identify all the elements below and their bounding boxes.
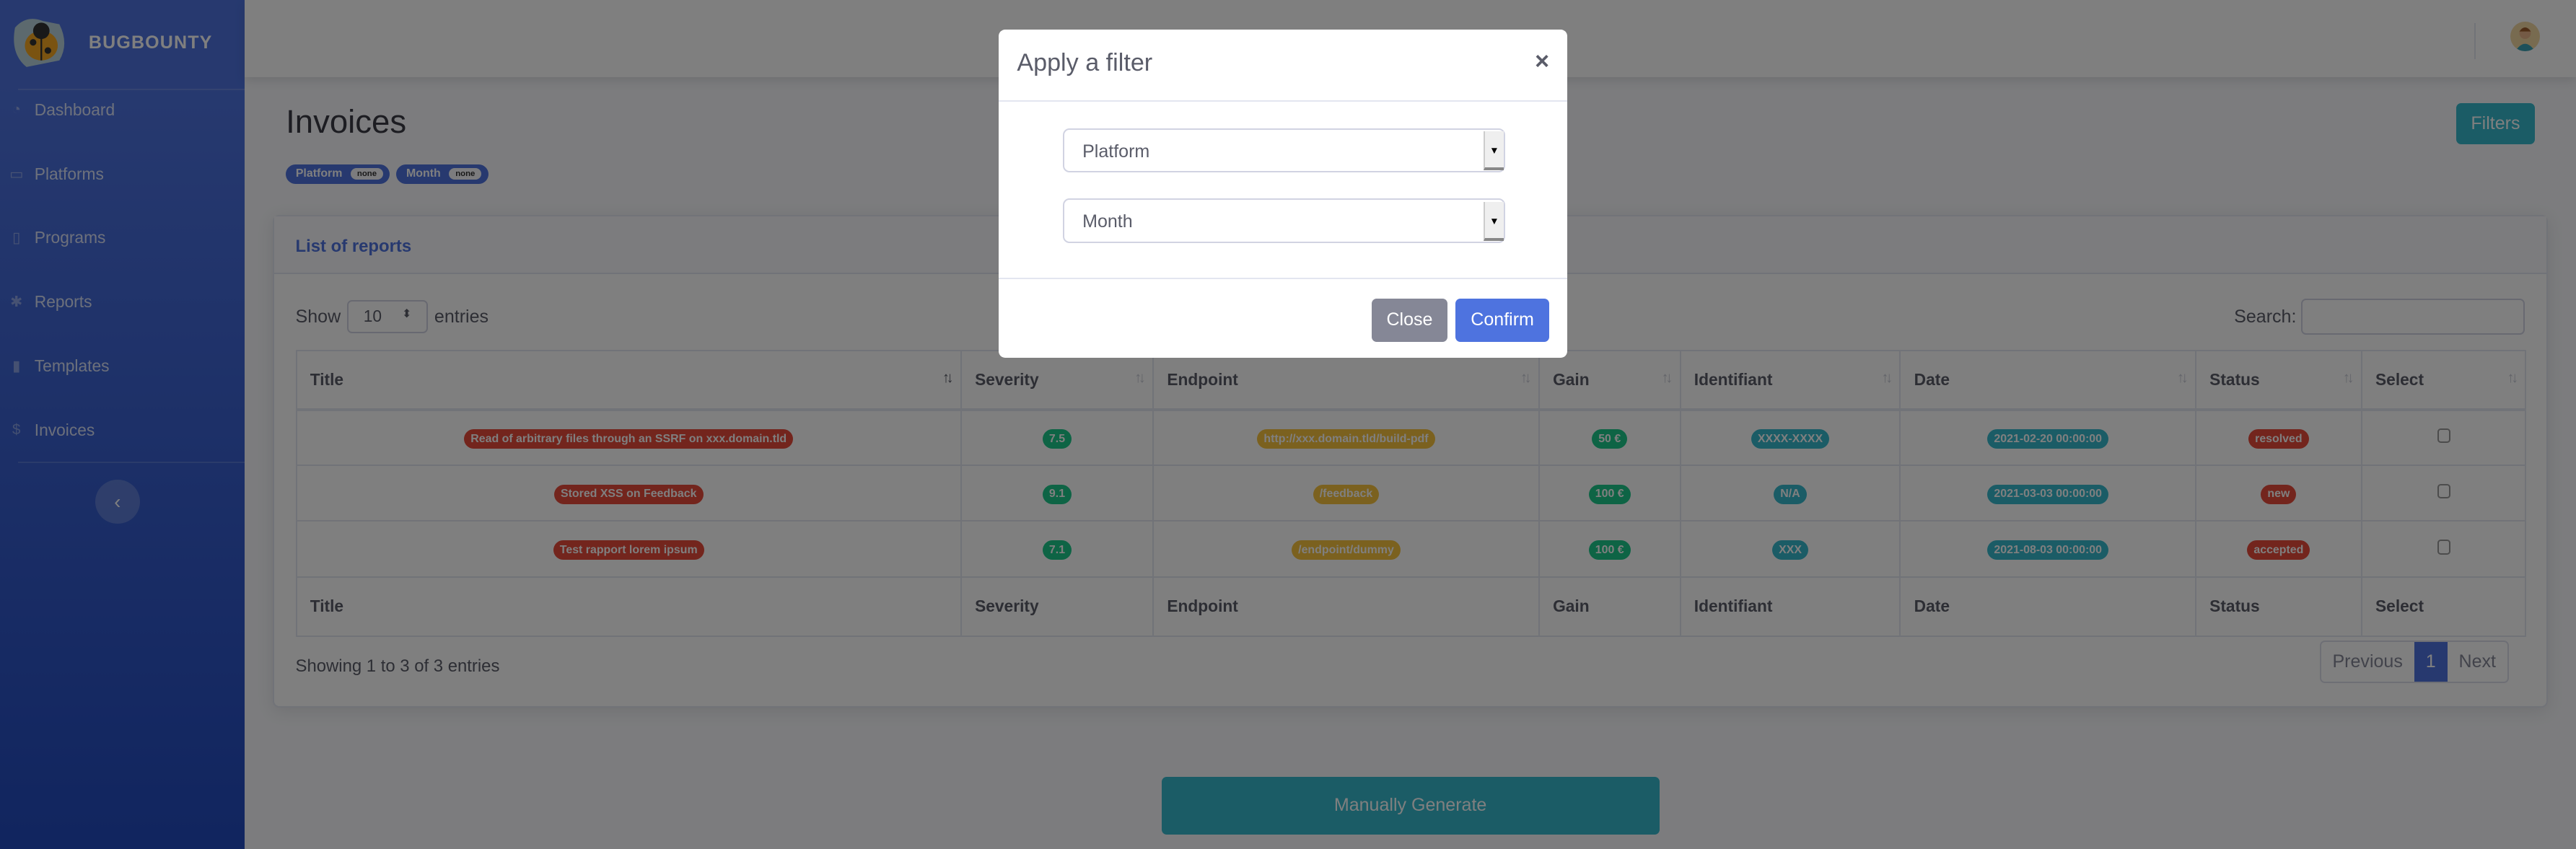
month-select[interactable]: Month ▼	[1063, 198, 1505, 243]
caret-down-icon: ▼	[1484, 201, 1504, 242]
modal-title: Apply a filter	[999, 30, 1568, 102]
caret-down-icon: ▼	[1484, 131, 1504, 171]
confirm-button[interactable]: Confirm	[1455, 299, 1549, 342]
platform-select-value: Platform	[1082, 141, 1150, 162]
close-button[interactable]: Close	[1372, 299, 1447, 342]
close-icon[interactable]: ×	[1535, 48, 1549, 76]
app-root: BUGBOUNTY ◔Dashboard ▭Platforms ▯Program…	[0, 0, 2576, 849]
platform-select[interactable]: Platform ▼	[1063, 128, 1505, 173]
filter-modal: Apply a filter × Platform ▼ Month ▼ Close …	[999, 29, 1568, 358]
modal-footer-divider	[999, 277, 1568, 279]
month-select-value: Month	[1082, 211, 1133, 232]
